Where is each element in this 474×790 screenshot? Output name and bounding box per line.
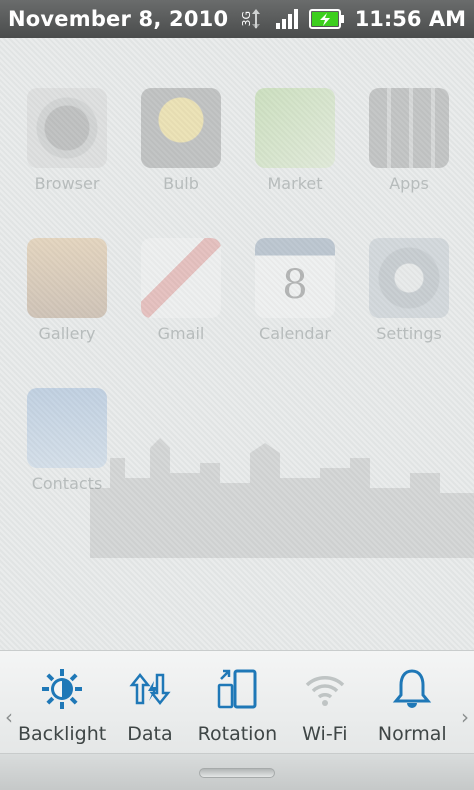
scroll-left-arrow[interactable]: ‹: [0, 651, 18, 753]
app-gmail[interactable]: Gmail: [136, 238, 226, 348]
toggle-label: Data: [127, 723, 173, 745]
rotation-icon: [218, 669, 257, 709]
chevron-left-icon: ‹: [5, 705, 13, 729]
app-label: Market: [267, 174, 323, 193]
market-icon: [255, 88, 335, 168]
status-date: November 8, 2010: [8, 7, 229, 31]
app-label: Apps: [389, 174, 429, 193]
app-calendar[interactable]: 8 Calendar: [250, 238, 340, 348]
app-bulb[interactable]: Bulb: [136, 88, 226, 198]
toggle-data[interactable]: Data: [106, 651, 193, 753]
data-icon: [129, 672, 171, 706]
wifi-icon: [305, 676, 345, 706]
status-time: 11:56 AM: [354, 7, 466, 31]
browser-icon: [27, 88, 107, 168]
battery-charging-icon: [308, 8, 345, 30]
scroll-right-arrow[interactable]: ›: [456, 651, 474, 753]
drag-handle[interactable]: [199, 768, 275, 778]
wallpaper-skyline: [90, 438, 474, 558]
app-label: Browser: [34, 174, 100, 193]
data-arrows-icon: 3G: [238, 6, 265, 32]
toggle-row: ‹ Backlight Data Rotation Wi-Fi Normal ›: [0, 651, 474, 753]
chevron-right-icon: ›: [461, 705, 469, 729]
network-type: 3G: [239, 11, 253, 27]
bell-icon: [393, 669, 432, 708]
panel-drag-area[interactable]: [0, 754, 474, 790]
toggle-wifi[interactable]: Wi-Fi: [281, 651, 368, 753]
gmail-icon: [141, 238, 221, 318]
backlight-icon: [42, 669, 83, 709]
status-icons: 3G 11:56 AM: [238, 6, 466, 32]
app-label: Settings: [376, 324, 442, 343]
gallery-icon: [27, 238, 107, 318]
app-label: Calendar: [259, 324, 331, 343]
signal-icon: [275, 8, 299, 30]
toggle-sound-normal[interactable]: Normal: [369, 651, 456, 753]
toggle-label: Wi-Fi: [302, 723, 348, 745]
toggle-backlight[interactable]: Backlight: [18, 651, 106, 753]
settings-icon: [369, 238, 449, 318]
home-screen-background: Browser Bulb Market Apps Gallery Gmail 8…: [0, 38, 474, 650]
app-label: Bulb: [163, 174, 199, 193]
toggle-label: Rotation: [197, 723, 278, 745]
app-settings[interactable]: Settings: [364, 238, 454, 348]
quick-settings-panel: ‹ Backlight Data Rotation Wi-Fi Normal ›: [0, 650, 474, 790]
calendar-icon: 8: [255, 238, 335, 318]
calendar-day: 8: [282, 262, 308, 308]
app-gallery[interactable]: Gallery: [22, 238, 112, 348]
app-label: Gallery: [38, 324, 96, 343]
toggle-label: Backlight: [18, 723, 107, 745]
apps-icon: [369, 88, 449, 168]
status-bar[interactable]: November 8, 2010 3G 11:56 AM: [0, 0, 474, 38]
toggle-label: Normal: [377, 723, 447, 745]
toggle-rotation[interactable]: Rotation: [194, 651, 281, 753]
bulb-icon: [141, 88, 221, 168]
app-label: Gmail: [157, 324, 205, 343]
app-browser[interactable]: Browser: [22, 88, 112, 198]
app-market[interactable]: Market: [250, 88, 340, 198]
app-apps[interactable]: Apps: [364, 88, 454, 198]
